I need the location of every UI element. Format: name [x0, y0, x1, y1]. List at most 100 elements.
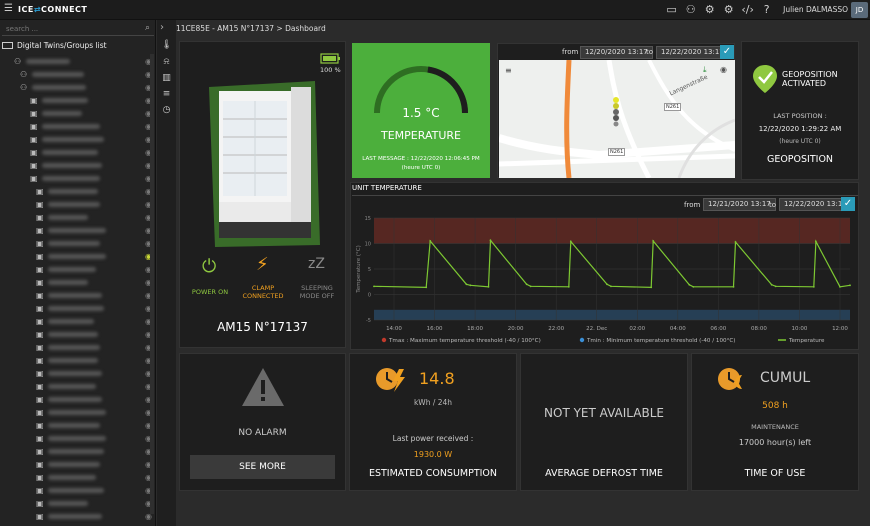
warning-icon: [242, 368, 284, 406]
unit-temperature-title: UNIT TEMPERATURE: [352, 184, 422, 192]
tree-item[interactable]: ▣ ◉: [0, 406, 155, 419]
see-more-button[interactable]: SEE MORE: [190, 455, 335, 479]
tree-item[interactable]: ▣ ◉: [0, 510, 155, 523]
clamp-status: CLAMP CONNECTED: [238, 284, 288, 300]
monitor-icon[interactable]: ▭: [665, 3, 678, 16]
tree-item[interactable]: ▣ ◉: [0, 419, 155, 432]
tree-item[interactable]: ⚇ ◉: [0, 81, 155, 94]
tree-item[interactable]: ▣ ◉: [0, 432, 155, 445]
temperature-point: [732, 285, 735, 288]
tree-item-label: [48, 436, 106, 441]
tree-item[interactable]: ▣ ◉: [0, 237, 155, 250]
tree-item[interactable]: ⚇ ◉: [0, 55, 155, 68]
tree-item[interactable]: ▣ ◉: [0, 250, 155, 263]
users-icon[interactable]: ⚇: [684, 3, 697, 16]
tree-item[interactable]: ⚇ ◉: [0, 68, 155, 81]
user-avatar[interactable]: JD: [851, 2, 868, 18]
tree-item[interactable]: ▣ ◉: [0, 120, 155, 133]
map-from-label: from: [562, 48, 579, 56]
sleep-status: SLEEPING MODE OFF: [292, 284, 342, 300]
device-icon: ▣: [36, 434, 44, 443]
chart-apply-button[interactable]: ✓: [841, 197, 855, 211]
tree-item-label: [48, 397, 102, 402]
tree-item[interactable]: ▣ ◉: [0, 185, 155, 198]
collapse-icon[interactable]: ›: [160, 22, 164, 33]
tree-item[interactable]: ▣ ◉: [0, 367, 155, 380]
clamp-status-line2: CONNECTED: [242, 292, 284, 300]
tree-item[interactable]: ▣ ◉: [0, 458, 155, 471]
map-download-icon[interactable]: ⤓: [703, 65, 707, 75]
device-icon: ▣: [30, 161, 38, 170]
sliders-icon[interactable]: ≡: [161, 89, 172, 100]
tree-item[interactable]: ▣ ◉: [0, 393, 155, 406]
thermometer-icon[interactable]: 🌡: [161, 40, 172, 51]
tree-item[interactable]: ▣ ◉: [0, 159, 155, 172]
code-icon[interactable]: ‹/›: [741, 3, 754, 16]
tree-item[interactable]: ▣ ◉: [0, 133, 155, 146]
search-placeholder: search ...: [6, 25, 39, 33]
tree-item[interactable]: ▣ ◉: [0, 328, 155, 341]
tree-item[interactable]: ▣ ◉: [0, 341, 155, 354]
tree-item-label: [48, 449, 104, 454]
map-from-date[interactable]: 12/20/2020 13:17: [580, 46, 653, 59]
tree-item[interactable]: ▣ ◉: [0, 354, 155, 367]
temperature-point: [692, 285, 695, 288]
tree-item[interactable]: ▣ ◉: [0, 107, 155, 120]
chart-from-date[interactable]: 12/21/2020 13:17: [703, 198, 776, 211]
unit-temperature-chart[interactable]: -5 0 5 10 15 14:00 16:00 18:00 20:00 22:00 22. Dec…: [352, 214, 858, 346]
settings-users-icon[interactable]: ⚙: [703, 3, 716, 16]
x-tick-label: 22. Dec: [586, 326, 607, 332]
tree-item[interactable]: ▣ ◉: [0, 289, 155, 302]
device-icon: ▣: [36, 304, 44, 313]
device-icon: ▣: [36, 200, 44, 209]
sidebar: search ... ⌕ Digital Twins/Groups list ⚇…: [0, 20, 156, 526]
device-icon: ▣: [30, 148, 38, 157]
tree-item-label: [42, 124, 100, 129]
tree-item-label: [42, 163, 102, 168]
tree-item-label: [48, 423, 100, 428]
map-menu-icon[interactable]: ≡: [505, 66, 512, 75]
tree-item[interactable]: ▣ ◉: [0, 276, 155, 289]
bell-icon[interactable]: ⍾: [161, 57, 172, 68]
device-icon: ▣: [36, 486, 44, 495]
tree-item[interactable]: ▣ ◉: [0, 172, 155, 185]
help-icon[interactable]: ?: [760, 3, 773, 16]
device-icon: ▣: [36, 395, 44, 404]
map-apply-button[interactable]: ✓: [720, 45, 734, 59]
tree-item[interactable]: ▣ ◉: [0, 224, 155, 237]
tree-item-label: [48, 254, 106, 259]
temperature-point: [734, 241, 737, 243]
tree-item[interactable]: ▣ ◉: [0, 471, 155, 484]
temperature-label: TEMPERATURE: [381, 129, 461, 142]
bar-chart-icon[interactable]: ▥: [161, 73, 172, 84]
breadcrumb: 11CE85E - AM15 N°17137 > Dashboard: [176, 24, 326, 33]
map-to-date[interactable]: 12/22/2020 13:17: [656, 46, 729, 59]
tree-item[interactable]: ▣ ◉: [0, 94, 155, 107]
app-logo[interactable]: ICE⇄CONNECT: [18, 5, 87, 14]
tree-item[interactable]: ▣ ◉: [0, 263, 155, 276]
tree-item[interactable]: ▣ ◉: [0, 146, 155, 159]
clock-icon[interactable]: ◷: [161, 105, 172, 116]
group-icon: ⚇: [20, 83, 28, 92]
tree-item-label: [42, 176, 100, 181]
map-eye-icon[interactable]: ◉: [720, 65, 727, 74]
tree-item[interactable]: ▣ ◉: [0, 484, 155, 497]
tree-root[interactable]: Digital Twins/Groups list: [2, 41, 107, 50]
tree-item[interactable]: ▣ ◉: [0, 497, 155, 510]
gear-icon[interactable]: ⚙: [722, 3, 735, 16]
user-name[interactable]: Julien DALMASSO: [783, 5, 848, 14]
tree-item[interactable]: ▣ ◉: [0, 302, 155, 315]
tree-item[interactable]: ▣ ◉: [0, 380, 155, 393]
tree-item[interactable]: ▣ ◉: [0, 211, 155, 224]
search-input[interactable]: search ... ⌕: [2, 22, 154, 36]
sidebar-scrollbar[interactable]: [150, 54, 154, 514]
tree-item[interactable]: ▣ ◉: [0, 315, 155, 328]
tree-item-label: [48, 280, 88, 285]
tree-item[interactable]: ▣ ◉: [0, 445, 155, 458]
sidebar-rail: 🌡 ⍾ ▥ ≡ ◷: [157, 20, 176, 526]
menu-icon[interactable]: ☰: [4, 4, 13, 14]
search-icon[interactable]: ⌕: [145, 23, 150, 33]
temperature-point: [489, 239, 492, 242]
tree-item[interactable]: ▣ ◉: [0, 198, 155, 211]
x-tick-label: 16:00: [427, 326, 443, 332]
